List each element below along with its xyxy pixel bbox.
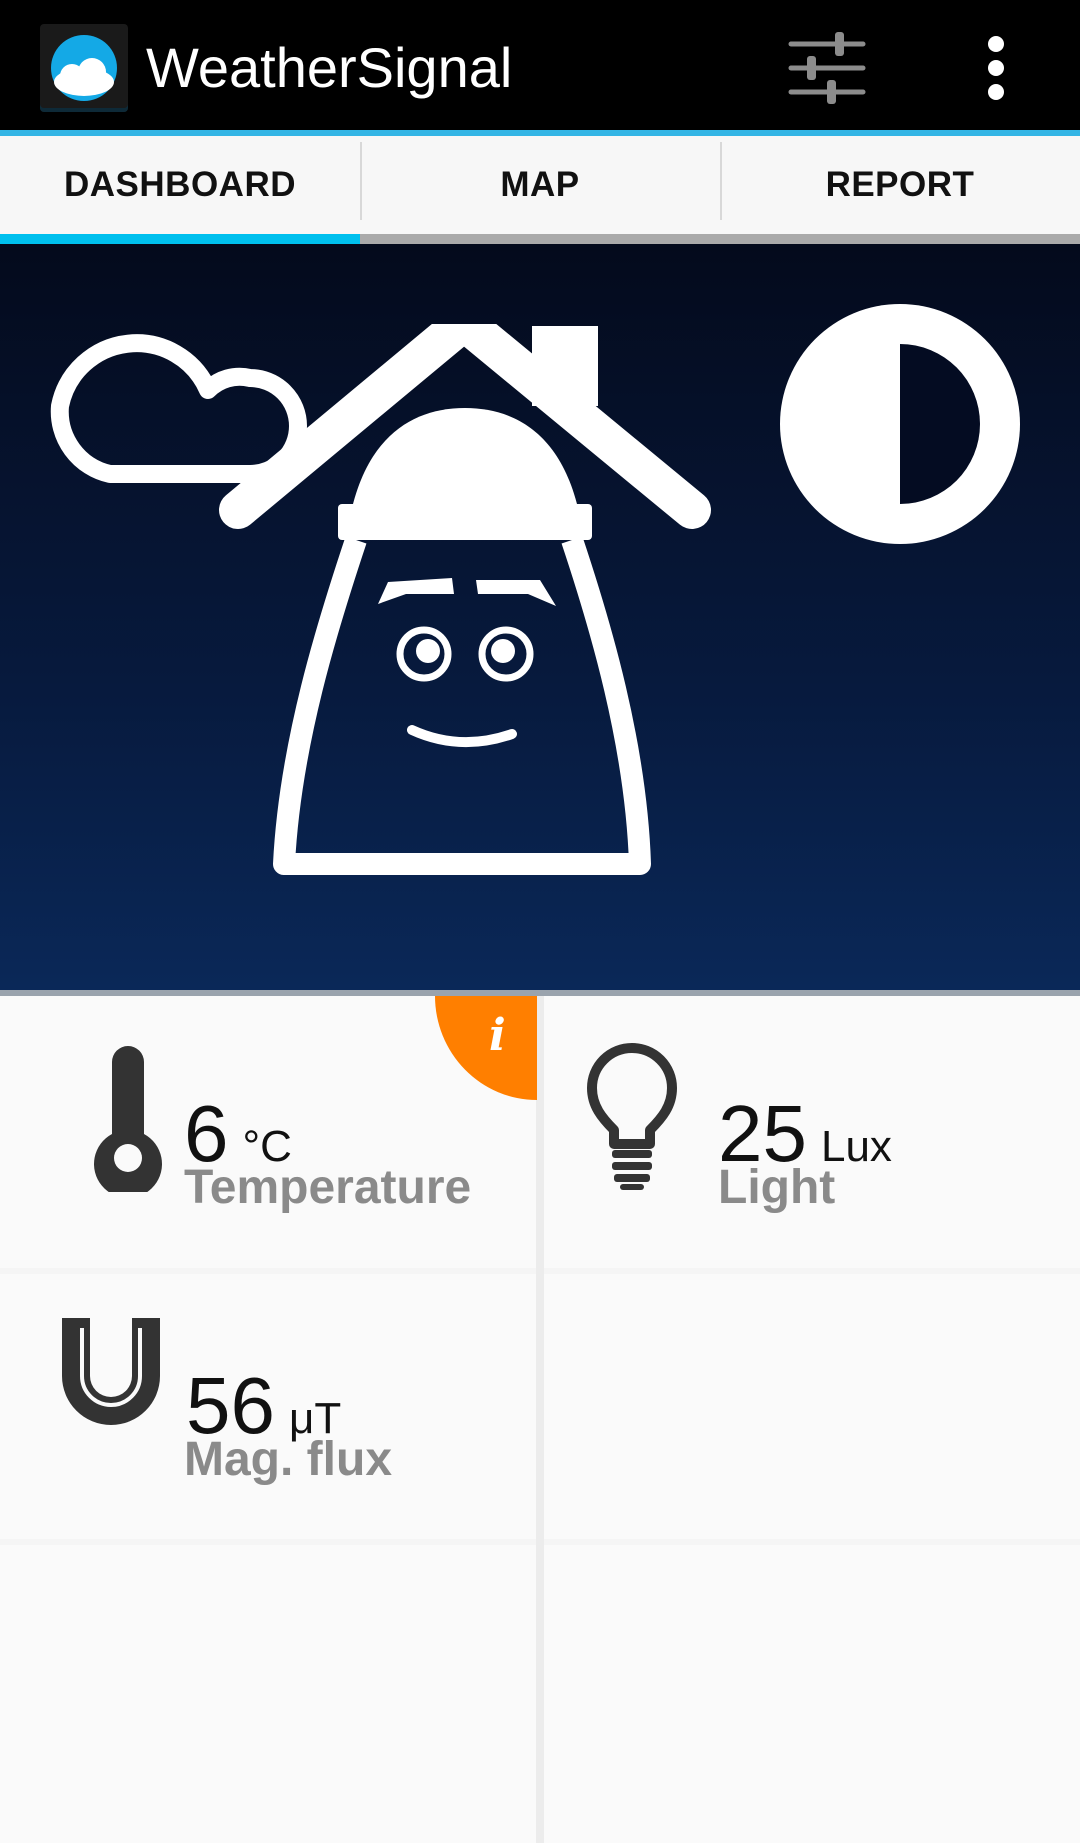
temperature-label: Temperature — [184, 1161, 472, 1214]
overflow-menu-icon[interactable] — [946, 22, 1046, 114]
tab-report[interactable]: REPORT — [720, 136, 1080, 244]
grid-divider — [536, 996, 544, 1843]
sensor-card-empty — [544, 1274, 1080, 1539]
sensor-card-light[interactable]: 25 Lux Light — [544, 996, 1080, 1268]
info-badge[interactable]: i — [435, 996, 537, 1100]
app-title: WeatherSignal — [146, 36, 513, 99]
sliders-icon[interactable] — [777, 22, 877, 114]
info-icon: i — [489, 1010, 506, 1061]
tab-map[interactable]: MAP — [360, 136, 720, 244]
sensor-card-empty — [544, 1545, 1080, 1843]
weather-hero-panel — [0, 244, 1080, 996]
tab-bar: DASHBOARD MAP REPORT — [0, 136, 1080, 244]
thermometer-icon — [94, 1046, 162, 1192]
mag-flux-label: Mag. flux — [184, 1433, 393, 1486]
tab-dashboard[interactable]: DASHBOARD — [0, 136, 360, 244]
house-mascot-illustration — [219, 324, 711, 875]
sensor-grid: 6 °C Temperature i 25 Lux Light 56 μT Ma… — [0, 996, 1080, 1843]
sensor-card-empty — [0, 1545, 536, 1843]
half-moon-icon — [780, 304, 1020, 544]
sensor-card-mag-flux[interactable]: 56 μT Mag. flux — [0, 1274, 536, 1539]
action-bar: WeatherSignal — [0, 0, 1080, 136]
light-label: Light — [718, 1161, 836, 1214]
sensor-card-temperature[interactable]: 6 °C Temperature i — [0, 996, 537, 1268]
cloud-app-icon[interactable] — [40, 24, 128, 112]
magnet-icon — [62, 1318, 160, 1425]
lightbulb-icon — [587, 1043, 677, 1190]
